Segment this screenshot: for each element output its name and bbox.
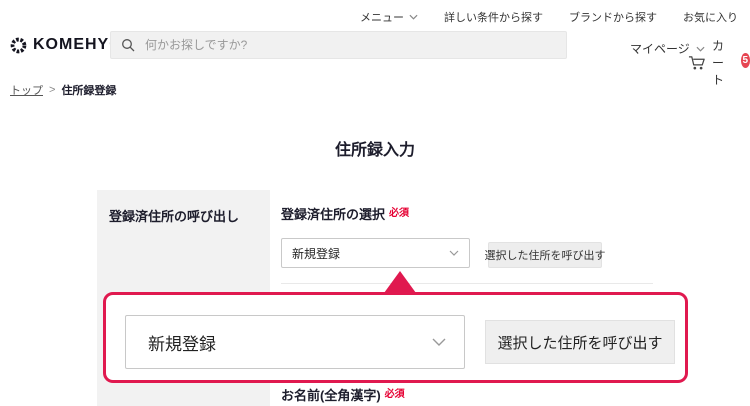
call-address-button-magnified[interactable]: 選択した住所を呼び出す (485, 320, 675, 364)
chevron-down-icon (432, 338, 446, 347)
mypage-label: マイページ (630, 40, 690, 57)
cart-label: カート (712, 37, 735, 88)
callout-pointer-triangle (384, 271, 416, 293)
top-utility-nav: メニュー 詳しい条件から探す ブランドから探す お気に入り (360, 9, 738, 25)
cart-count-badge: 5 (741, 53, 750, 68)
magnified-callout: 新規登録 選択した住所を呼び出す (103, 292, 688, 383)
select-field-label-row: 登録済住所の選択 必須 (281, 204, 409, 223)
breadcrumb-separator: > (49, 84, 55, 96)
call-address-button[interactable]: 選択した住所を呼び出す (488, 242, 602, 268)
page-title: 住所録入力 (0, 136, 750, 160)
row-divider (281, 283, 653, 284)
section-label: 登録済住所の呼び出し (109, 206, 258, 225)
search-bar[interactable] (110, 31, 567, 59)
cart-link[interactable]: カート 5 (688, 37, 750, 88)
select-value: 新規登録 (148, 330, 216, 355)
search-by-brand-link[interactable]: ブランドから探す (569, 9, 657, 25)
komehyo-logo[interactable]: KOMEHYO (10, 36, 123, 54)
required-badge: 必須 (385, 385, 405, 400)
favorites-link[interactable]: お気に入り (683, 9, 738, 25)
search-by-condition-link[interactable]: 詳しい条件から探す (444, 9, 543, 25)
registered-address-select-magnified[interactable]: 新規登録 (125, 315, 465, 369)
breadcrumb-home-link[interactable]: トップ (10, 82, 43, 98)
favorites-label: お気に入り (683, 9, 738, 25)
breadcrumb: トップ > 住所録登録 (10, 82, 116, 98)
registered-address-select[interactable]: 新規登録 (281, 238, 470, 268)
komehyo-mark-icon (10, 37, 27, 54)
search-icon (121, 38, 135, 52)
required-badge: 必須 (389, 204, 409, 219)
cart-icon (688, 55, 707, 71)
name-field-label-row: お名前(全角漢字) 必須 (281, 385, 405, 404)
search-input[interactable] (143, 37, 556, 53)
name-field-label: お名前(全角漢字) (281, 385, 381, 404)
chevron-down-icon (409, 14, 418, 20)
breadcrumb-current: 住所録登録 (61, 82, 116, 98)
search-by-brand-label: ブランドから探す (569, 9, 657, 25)
select-value: 新規登録 (292, 245, 340, 262)
menu-label: メニュー (360, 9, 404, 25)
chevron-down-icon (449, 250, 459, 256)
menu-link[interactable]: メニュー (360, 9, 418, 25)
select-field-label: 登録済住所の選択 (281, 204, 385, 223)
search-by-condition-label: 詳しい条件から探す (444, 9, 543, 25)
